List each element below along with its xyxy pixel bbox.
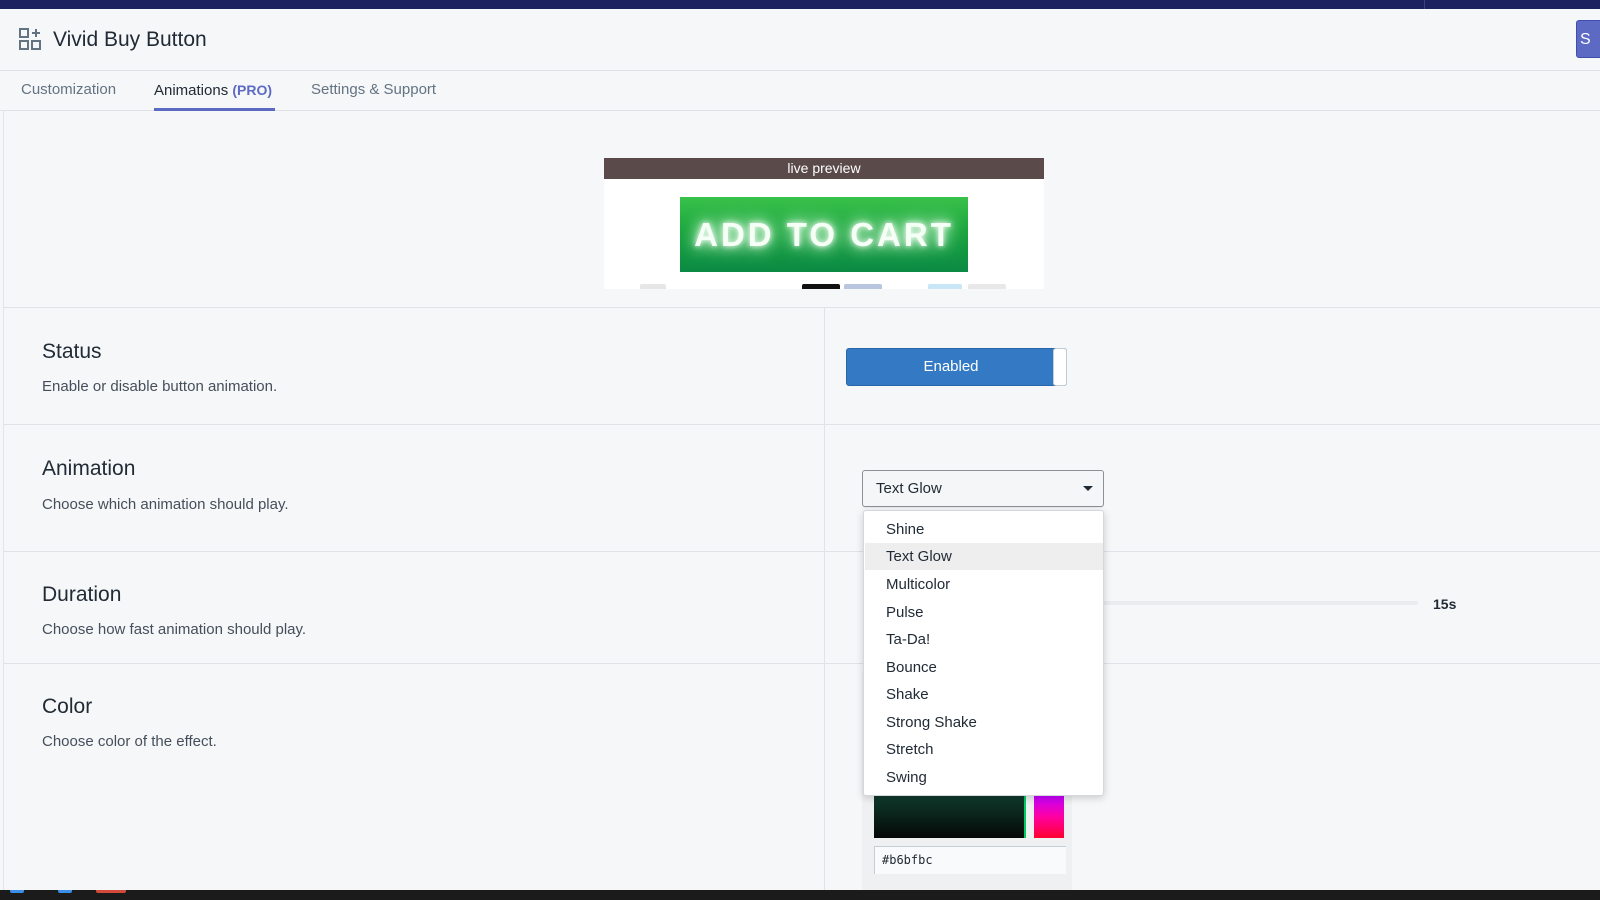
taskbar-app-icon[interactable]	[10, 890, 24, 893]
status-description: Enable or disable button animation.	[42, 378, 278, 395]
top-bar-divider	[1424, 0, 1425, 9]
section-divider	[4, 424, 1600, 425]
dropdown-option-text-glow[interactable]: Text Glow	[865, 543, 1103, 570]
tab-label: Customization	[21, 81, 117, 98]
animation-title: Animation	[42, 457, 136, 480]
animation-description: Choose which animation should play.	[42, 496, 289, 513]
dropdown-option-pulse[interactable]: Pulse	[865, 599, 1103, 626]
dropdown-option-swing[interactable]: Swing	[865, 764, 1103, 791]
duration-description: Choose how fast animation should play.	[42, 621, 307, 638]
tab-customization[interactable]: Customization	[21, 71, 116, 111]
preview-payment-icons	[604, 284, 1044, 289]
taskbar-app-icon[interactable]	[58, 890, 72, 893]
tab-label: Settings & Support	[311, 81, 437, 98]
duration-value: 15s	[1433, 596, 1457, 612]
payment-icon	[928, 284, 962, 289]
section-divider	[4, 663, 1600, 664]
save-button[interactable]: S	[1576, 20, 1600, 58]
payment-icon	[640, 284, 666, 289]
duration-slider[interactable]	[1100, 601, 1418, 605]
animation-dropdown-menu: Shine Text Glow Multicolor Pulse Ta-Da! …	[863, 510, 1104, 796]
color-description: Choose color of the effect.	[42, 733, 217, 750]
apps-grid-icon	[19, 28, 41, 50]
payment-icon	[844, 284, 882, 289]
tab-bar: Customization Animations (PRO) Settings …	[0, 71, 1600, 111]
content-left-border	[3, 111, 4, 890]
browser-top-bar	[0, 0, 1600, 9]
live-preview-panel: live preview ADD TO CART	[604, 158, 1044, 289]
dropdown-option-stretch[interactable]: Stretch	[865, 736, 1103, 763]
toggle-label: Enabled	[923, 358, 979, 375]
pro-badge: (PRO)	[232, 82, 273, 98]
section-divider	[4, 551, 1600, 552]
payment-icon	[802, 284, 840, 289]
caret-down-icon	[1083, 486, 1093, 491]
dropdown-option-bounce[interactable]: Bounce	[865, 654, 1103, 681]
hue-slider[interactable]	[1034, 796, 1064, 838]
payment-icon	[968, 284, 1006, 289]
tab-settings-support[interactable]: Settings & Support	[311, 71, 436, 111]
section-divider	[4, 307, 1600, 308]
select-value: Text Glow	[876, 480, 942, 497]
live-preview-label: live preview	[604, 158, 1044, 179]
taskbar	[0, 890, 1600, 900]
tab-label: Animations	[154, 82, 229, 99]
dropdown-option-shake[interactable]: Shake	[865, 681, 1103, 708]
status-title: Status	[42, 340, 102, 363]
app-header: Vivid Buy Button S	[0, 9, 1600, 71]
taskbar-app-icon[interactable]	[96, 890, 126, 893]
saturation-value-area[interactable]	[874, 796, 1026, 838]
color-title: Color	[42, 695, 93, 718]
duration-title: Duration	[42, 583, 122, 606]
dropdown-option-shine[interactable]: Shine	[865, 516, 1103, 543]
preview-add-to-cart-button: ADD TO CART	[680, 197, 968, 272]
column-divider	[824, 308, 825, 890]
animation-select[interactable]: Text Glow	[862, 470, 1104, 507]
app-title: Vivid Buy Button	[53, 28, 207, 51]
toggle-knob[interactable]	[1053, 348, 1067, 386]
dropdown-option-ta-da[interactable]: Ta-Da!	[865, 626, 1103, 653]
tab-animations[interactable]: Animations (PRO)	[154, 71, 275, 111]
sv-cursor[interactable]	[1024, 796, 1026, 838]
hex-input[interactable]: #b6bfbc	[874, 846, 1066, 874]
status-toggle[interactable]: Enabled	[846, 348, 1067, 386]
dropdown-option-strong-shake[interactable]: Strong Shake	[865, 709, 1103, 736]
dropdown-option-multicolor[interactable]: Multicolor	[865, 571, 1103, 598]
